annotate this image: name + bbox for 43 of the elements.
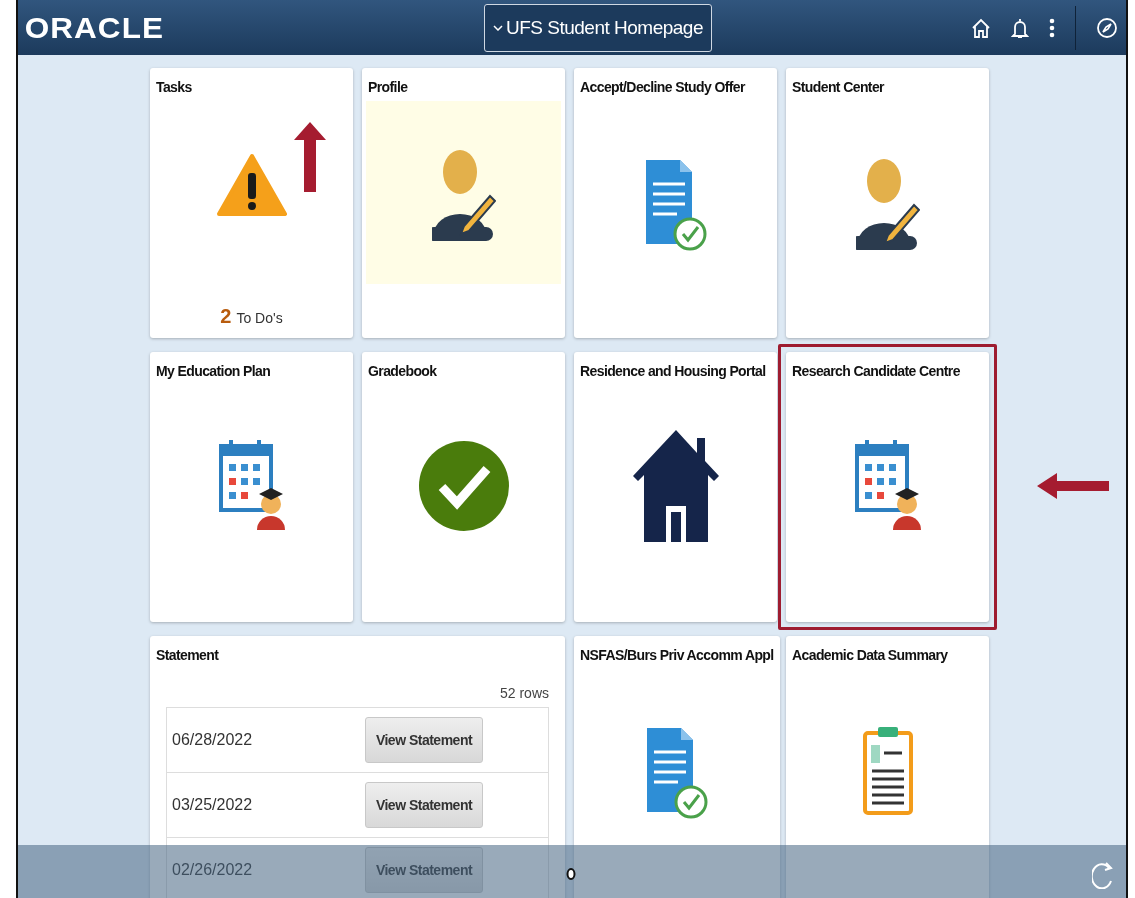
- tile-card[interactable]: Gradebook: [362, 352, 565, 622]
- bell-icon[interactable]: [1011, 16, 1029, 39]
- arrow-up-icon: [294, 122, 326, 192]
- row-count: 52 rows: [499, 684, 550, 703]
- check-circle-icon: [417, 439, 510, 532]
- tile-title: NSFAS/Burs Priv Accomm Appl: [579, 646, 775, 663]
- tile-title: Residence and Housing Portal: [579, 362, 767, 379]
- page-indicator-icon[interactable]: [566, 867, 576, 881]
- home-icon[interactable]: [971, 16, 991, 39]
- tile-card[interactable]: My Education Plan: [150, 352, 353, 622]
- tile-title: Statement: [155, 646, 220, 663]
- statement-date: 06/28/2022: [172, 731, 254, 749]
- tile-title: Accept/Decline Study Offer: [579, 78, 747, 95]
- task-count: 2: [220, 305, 232, 328]
- warning-icon: [216, 153, 287, 217]
- tile-card[interactable]: Statement 52 rows 06/28/2022 View Statement 03/25/2022 View Statement 02/26/2022 View Statement: [150, 636, 565, 898]
- tile-card[interactable]: Student Center: [786, 68, 989, 338]
- tile-card[interactable]: Academic Data Summary: [786, 636, 989, 898]
- tile-title: Academic Data Summary: [791, 646, 949, 663]
- tile-card[interactable]: NSFAS/Burs Priv Accomm Appl: [574, 636, 780, 898]
- tile-title: Gradebook: [367, 362, 438, 379]
- arrow-left-icon: [1037, 473, 1109, 499]
- view-statement-button[interactable]: View Statement: [365, 782, 483, 828]
- statement-date: 02/26/2022: [172, 861, 254, 879]
- tile-card[interactable]: Tasks 2 To Do's: [150, 68, 353, 338]
- more-icon[interactable]: [1049, 16, 1055, 39]
- task-count-label: To Do's: [236, 310, 283, 326]
- tile-title: Research Candidate Centre: [791, 362, 961, 379]
- tile-card[interactable]: Research Candidate Centre: [786, 352, 989, 622]
- tile-title: Profile: [367, 78, 409, 95]
- navigation-icon[interactable]: [1096, 16, 1118, 39]
- oracle-logo: ORACLE: [24, 10, 164, 45]
- view-statement-button[interactable]: View Statement: [365, 717, 483, 763]
- tile-card[interactable]: Profile: [362, 68, 565, 338]
- tile-title: Tasks: [155, 78, 193, 95]
- tile-card[interactable]: Residence and Housing Portal: [574, 352, 777, 622]
- refresh-icon[interactable]: [1092, 859, 1114, 889]
- chevron-down-icon: [493, 25, 503, 31]
- tile-card[interactable]: Accept/Decline Study Offer: [574, 68, 777, 338]
- homepage-menu-button[interactable]: UFS Student Homepage: [484, 4, 712, 52]
- statement-date: 03/25/2022: [172, 796, 254, 814]
- tile-title: Student Center: [791, 78, 886, 95]
- tile-title: My Education Plan: [155, 362, 272, 379]
